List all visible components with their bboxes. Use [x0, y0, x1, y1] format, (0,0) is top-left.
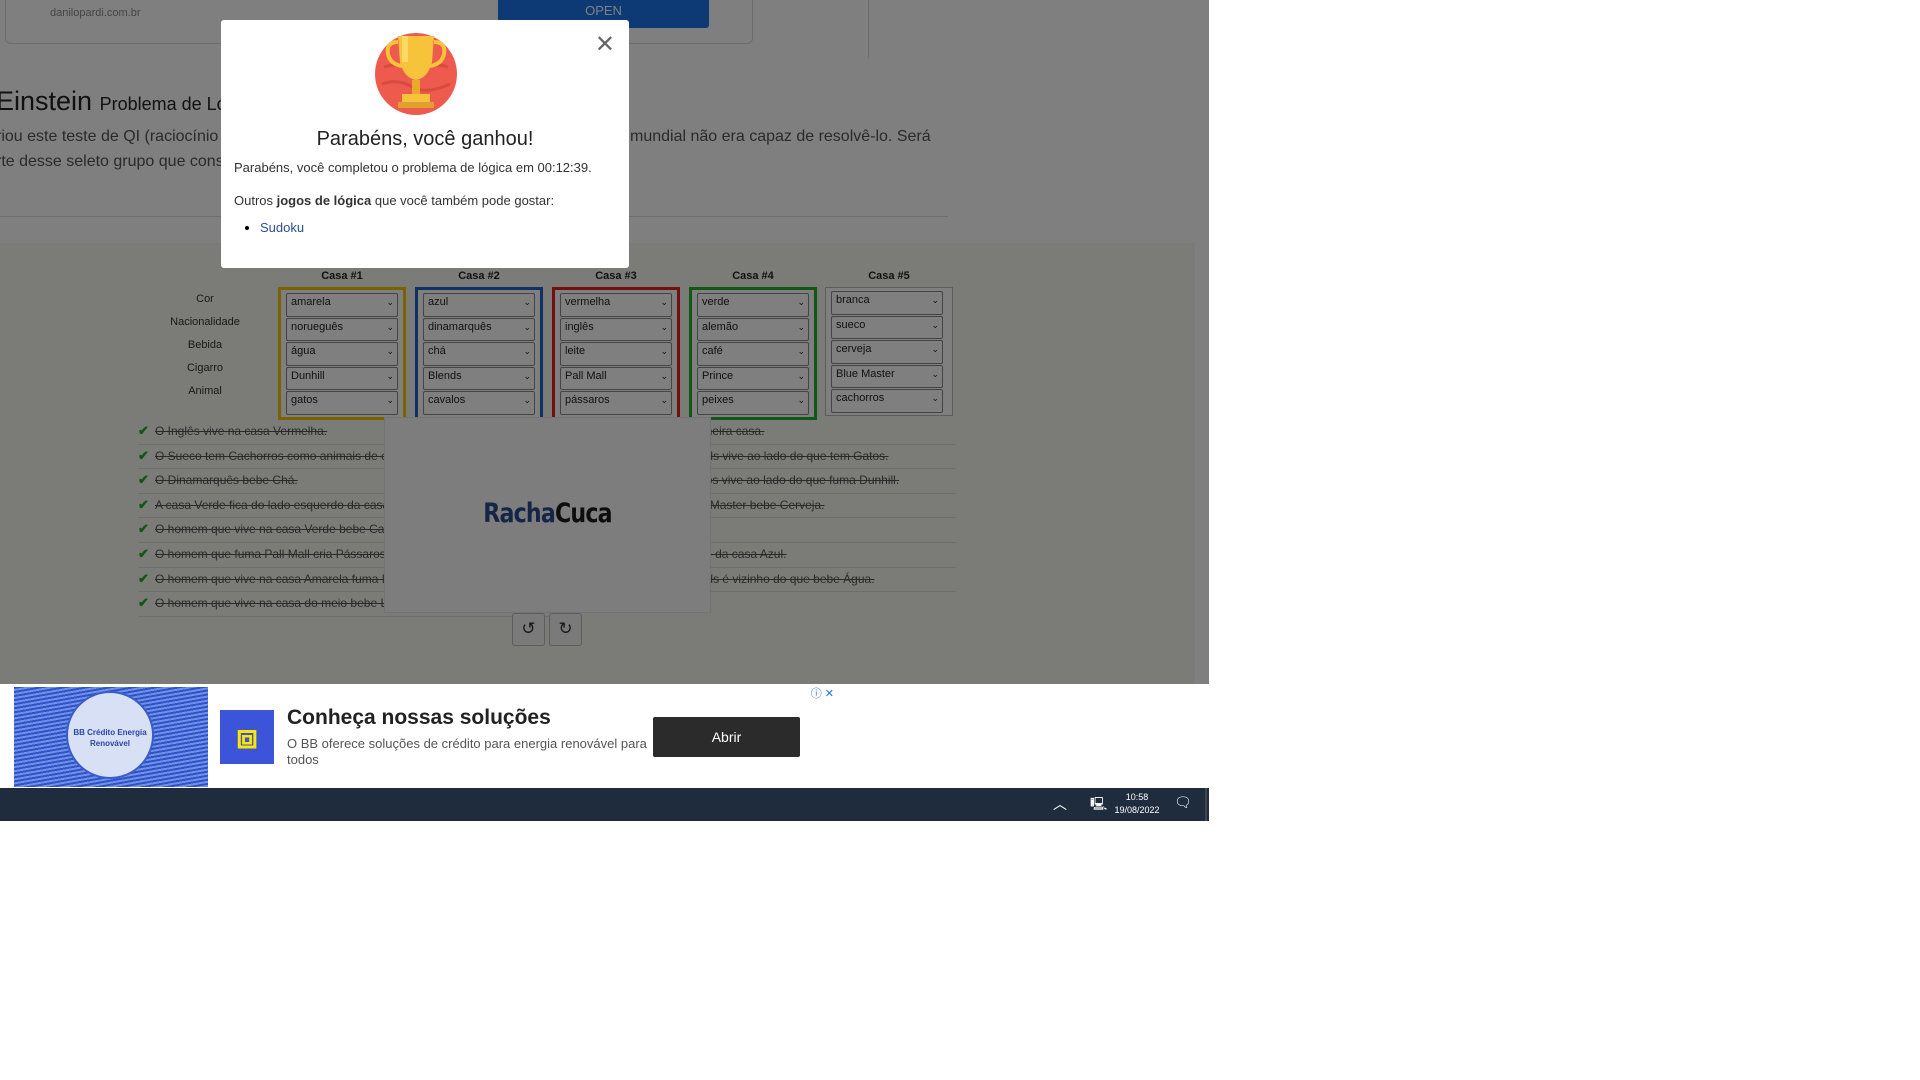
clock-time: 10:58 [1125, 792, 1149, 802]
other-prefix: Outros [234, 193, 277, 208]
other-suffix: que você também pode gostar: [371, 193, 555, 208]
ad-open-button[interactable]: Abrir [653, 717, 800, 757]
modal-other-games: Outros jogos de lógica que você também p… [234, 193, 554, 208]
win-modal: ✕ Parabéns, você ganhou! Parabéns, você … [221, 20, 629, 268]
bb-logo-icon: ⧈ [220, 710, 274, 764]
sudoku-link[interactable]: Sudoku [260, 220, 304, 235]
list-item: Sudoku [260, 220, 304, 235]
taskbar: ︿ 🖳 10:58 19/08/2022 🗨 [0, 788, 1209, 821]
ad-image: BB Crédito Energia Renovável [14, 687, 208, 787]
taskbar-clock[interactable]: 10:58 19/08/2022 [1110, 791, 1164, 817]
close-icon[interactable]: ✕ [595, 30, 615, 59]
modal-links: Sudoku [234, 220, 304, 235]
modal-message: Parabéns, você completou o problema de l… [234, 160, 592, 175]
modal-title: Parabéns, você ganhou! [316, 128, 534, 150]
show-desktop[interactable] [1205, 788, 1207, 821]
bottom-ad-banner[interactable]: BB Crédito Energia Renovável ⧈ Conheça n… [14, 687, 836, 787]
notification-icon[interactable]: 🗨 [1174, 794, 1192, 811]
browser-screen: danilopardi.com.br OPEN Einstein Problem… [0, 0, 1209, 821]
ad-card: ⧈ Conheça nossas soluções O BB oferece s… [208, 695, 822, 779]
network-icon[interactable]: 🖳 [1090, 795, 1107, 817]
ad-title: Conheça nossas soluções [287, 706, 551, 729]
ad-description: O BB oferece soluções de crédito para en… [287, 736, 647, 767]
chevron-up-icon[interactable]: ︿ [1053, 794, 1067, 814]
ad-close-icon[interactable]: ⓘ ✕ [811, 685, 834, 701]
trophy-icon [375, 33, 457, 115]
other-bold: jogos de lógica [276, 193, 372, 208]
ad-badge: BB Crédito Energia Renovável [66, 691, 154, 779]
clock-date: 19/08/2022 [1114, 805, 1160, 815]
